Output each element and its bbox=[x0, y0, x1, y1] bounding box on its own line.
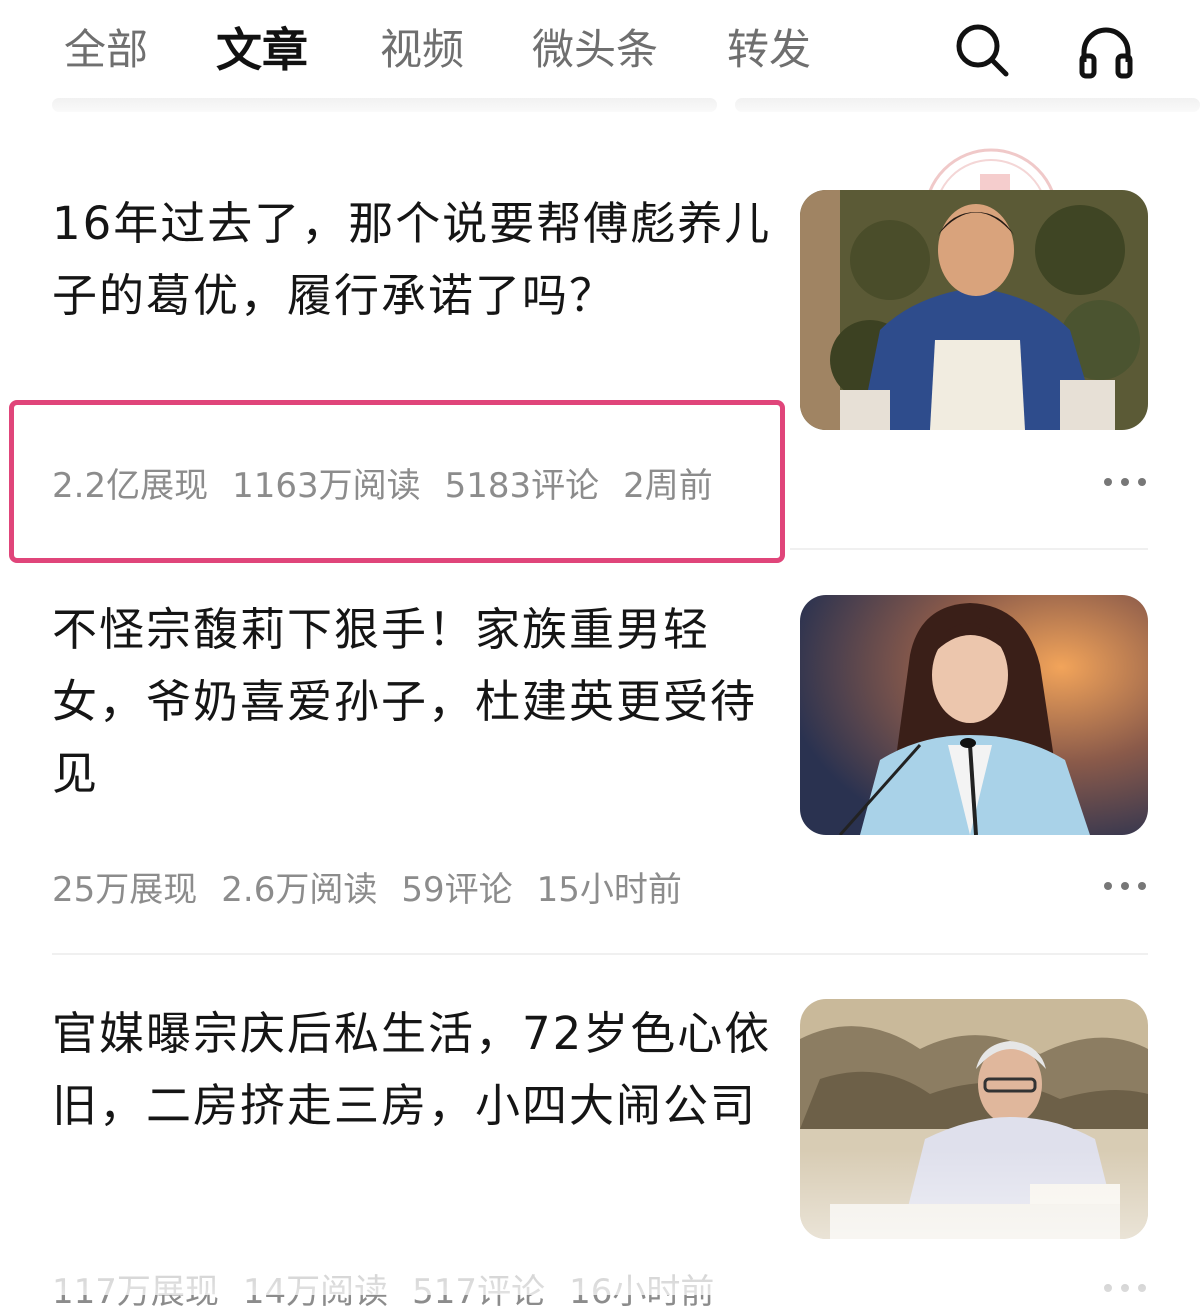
divider bbox=[52, 953, 1148, 955]
article-thumbnail[interactable] bbox=[800, 999, 1148, 1239]
divider bbox=[790, 548, 1148, 550]
more-dots-icon[interactable] bbox=[1100, 876, 1150, 896]
tab-videos[interactable]: 视频 bbox=[380, 22, 464, 78]
tab-bar: 全部 文章 视频 微头条 转发 bbox=[0, 0, 1200, 112]
views-count: 117万展现 bbox=[52, 1272, 219, 1312]
publish-time: 15小时前 bbox=[536, 870, 682, 910]
more-dots-icon[interactable] bbox=[1100, 472, 1150, 492]
search-icon[interactable] bbox=[950, 18, 1014, 82]
article-stats: 25万展现 2.6万阅读 59评论 15小时前 bbox=[52, 862, 706, 911]
article-thumbnail[interactable] bbox=[800, 595, 1148, 835]
tab-bar-shadow bbox=[735, 98, 1200, 112]
tab-articles[interactable]: 文章 bbox=[216, 22, 308, 78]
article-stats: 117万展现 14万阅读 517评论 16小时前 bbox=[52, 1264, 738, 1313]
tab-bar-shadow bbox=[52, 98, 717, 112]
reads-count: 14万阅读 bbox=[242, 1272, 389, 1312]
tab-all[interactable]: 全部 bbox=[64, 22, 148, 78]
more-dots-icon[interactable] bbox=[1100, 1278, 1150, 1298]
article-title[interactable]: 不怪宗馥莉下狠手！家族重男轻女，爷奶喜爱孙子，杜建英更受待见 bbox=[52, 594, 782, 810]
publish-time: 16小时前 bbox=[569, 1272, 715, 1312]
comments-count: 517评论 bbox=[412, 1272, 546, 1312]
article-title[interactable]: 16年过去了，那个说要帮傅彪养儿子的葛优，履行承诺了吗？ bbox=[52, 188, 782, 332]
reads-count: 2.6万阅读 bbox=[221, 870, 378, 910]
tab-micro-headlines[interactable]: 微头条 bbox=[532, 22, 658, 78]
comments-count: 59评论 bbox=[401, 870, 513, 910]
views-count: 25万展现 bbox=[52, 870, 198, 910]
tab-reposts[interactable]: 转发 bbox=[727, 22, 811, 78]
stats-highlight-box bbox=[9, 400, 785, 563]
article-title[interactable]: 官媒曝宗庆后私生活，72岁色心依旧，二房挤走三房，小四大闹公司 bbox=[52, 998, 782, 1142]
headphones-icon[interactable] bbox=[1074, 18, 1138, 82]
article-thumbnail[interactable] bbox=[800, 190, 1148, 430]
